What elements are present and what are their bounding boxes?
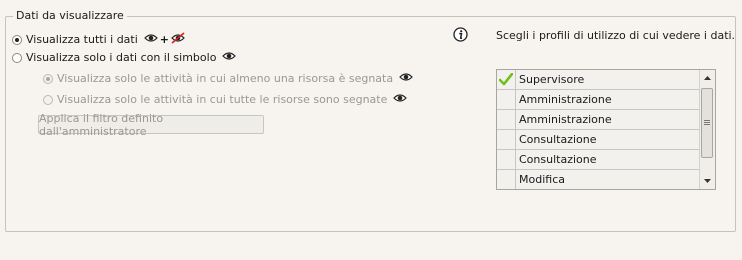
profile-label: Amministrazione [519, 113, 612, 126]
group-title: Dati da visualizzare [13, 9, 127, 22]
eye-icon [399, 72, 413, 85]
list-item[interactable]: Supervisore [497, 70, 699, 90]
any-resource-label: Visualizza solo le attività in cui almen… [57, 72, 394, 85]
apply-admin-filter-button[interactable]: Applica il filtro definito dall'amminist… [38, 112, 264, 138]
eye-icon [143, 33, 158, 46]
profile-checkbox[interactable] [497, 110, 516, 129]
profile-checkbox[interactable] [497, 170, 516, 189]
arrow-up-icon [704, 76, 711, 80]
sub-option-all-resources[interactable]: Visualizza solo le attività in cui tutte… [43, 93, 408, 106]
profile-label: Amministrazione [519, 93, 612, 106]
eye-crossed-icon [171, 32, 185, 47]
eye-icon [222, 51, 237, 64]
plus-sign: + [159, 33, 170, 46]
check-icon [499, 73, 513, 86]
list-scrollbar[interactable] [699, 70, 715, 189]
eye-icon [393, 93, 408, 106]
profile-label: Modifica [519, 173, 565, 186]
show-symbol-label: Visualizza solo i dati con il simbolo [26, 51, 217, 64]
show-all-radio[interactable] [12, 34, 22, 45]
profile-label: Consultazione [519, 153, 597, 166]
scroll-thumb[interactable] [701, 88, 713, 158]
list-item[interactable]: Modifica [497, 170, 699, 189]
profile-label: Consultazione [519, 133, 597, 146]
option-show-all[interactable]: Visualizza tutti i dati + [12, 32, 185, 47]
info-icon [453, 27, 468, 45]
profile-checkbox[interactable] [497, 70, 516, 89]
show-symbol-radio[interactable] [12, 52, 22, 63]
scroll-down-arrow[interactable] [700, 174, 715, 188]
list-item[interactable]: Consultazione [497, 130, 699, 150]
list-item[interactable]: Consultazione [497, 150, 699, 170]
option-show-symbol[interactable]: Visualizza solo i dati con il simbolo [12, 51, 237, 64]
all-resources-radio[interactable] [43, 94, 53, 105]
profile-checkbox[interactable] [497, 90, 516, 109]
profile-checkbox[interactable] [497, 150, 516, 169]
any-resource-radio[interactable] [43, 73, 53, 84]
profile-label: Supervisore [519, 73, 585, 86]
profiles-label: Scegli i profili di utilizzo di cui vede… [496, 29, 736, 42]
list-item[interactable]: Amministrazione [497, 110, 699, 130]
show-all-label: Visualizza tutti i dati [26, 33, 138, 46]
profile-checkbox[interactable] [497, 130, 516, 149]
scroll-up-arrow[interactable] [700, 71, 715, 85]
sub-option-any-resource[interactable]: Visualizza solo le attività in cui almen… [43, 72, 413, 85]
all-resources-label: Visualizza solo le attività in cui tutte… [57, 93, 388, 106]
arrow-down-icon [704, 179, 711, 183]
list-item[interactable]: Amministrazione [497, 90, 699, 110]
profiles-list[interactable]: Supervisore Amministrazione Amministrazi… [496, 69, 716, 190]
